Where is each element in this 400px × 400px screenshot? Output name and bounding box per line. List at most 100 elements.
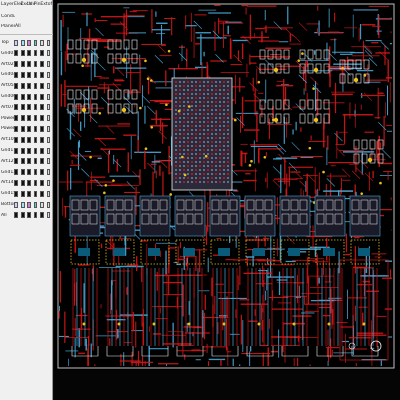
layer-visibility-swatch[interactable] [40, 147, 44, 154]
layer-visibility-swatch[interactable] [14, 39, 19, 46]
layer-row[interactable]: Art07 [1, 103, 53, 112]
layer-row[interactable]: Art02 [1, 60, 53, 69]
layer-visibility-swatch[interactable] [20, 169, 25, 176]
layer-visibility-swatch[interactable] [40, 136, 44, 143]
layer-visibility-swatch[interactable] [14, 136, 19, 143]
layer-visibility-swatch[interactable] [20, 61, 25, 68]
layer-visibility-swatch[interactable] [33, 104, 38, 111]
layer-visibility-swatch[interactable] [27, 212, 31, 219]
layer-visibility-swatch[interactable] [20, 115, 25, 122]
layer-visibility-swatch[interactable] [46, 136, 51, 143]
layer-visibility-swatch[interactable] [40, 93, 44, 100]
layer-row[interactable]: Art14 [1, 178, 53, 187]
layer-visibility-swatch[interactable] [46, 201, 51, 208]
layer-visibility-swatch[interactable] [46, 104, 51, 111]
layer-visibility-swatch[interactable] [46, 61, 51, 68]
layer-row[interactable]: Gnd01 [1, 49, 53, 58]
layer-row[interactable]: Art05 [1, 81, 53, 90]
layer-visibility-swatch[interactable] [40, 169, 44, 176]
layer-visibility-swatch[interactable] [27, 169, 31, 176]
layer-visibility-swatch[interactable] [27, 115, 31, 122]
layer-visibility-swatch[interactable] [20, 158, 25, 165]
layer-visibility-swatch[interactable] [33, 39, 38, 46]
layer-visibility-swatch[interactable] [20, 147, 25, 154]
layer-visibility-swatch[interactable] [20, 136, 25, 143]
layer-visibility-swatch[interactable] [27, 61, 31, 68]
layer-visibility-swatch[interactable] [40, 71, 44, 78]
layer-visibility-swatch[interactable] [14, 201, 19, 208]
layer-visibility-swatch[interactable] [27, 158, 31, 165]
layer-visibility-swatch[interactable] [33, 61, 38, 68]
layer-visibility-swatch[interactable] [46, 50, 51, 57]
layer-visibility-swatch[interactable] [14, 61, 19, 68]
layer-visibility-swatch[interactable] [14, 93, 19, 100]
layer-visibility-swatch[interactable] [27, 104, 31, 111]
layer-row[interactable]: Gnd04 [1, 70, 53, 79]
layer-visibility-swatch[interactable] [20, 82, 25, 89]
layer-visibility-swatch[interactable] [40, 179, 44, 186]
layer-visibility-swatch[interactable] [33, 190, 38, 197]
layer-visibility-swatch[interactable] [40, 39, 44, 46]
layer-visibility-swatch[interactable] [14, 158, 19, 165]
layer-visibility-swatch[interactable] [14, 115, 19, 122]
layer-row[interactable]: Power09 [1, 124, 53, 133]
layer-visibility-swatch[interactable] [46, 158, 51, 165]
layer-visibility-swatch[interactable] [33, 147, 38, 154]
layer-visibility-swatch[interactable] [20, 212, 25, 219]
layer-visibility-swatch[interactable] [14, 82, 19, 89]
layer-visibility-swatch[interactable] [20, 71, 25, 78]
layer-row[interactable]: Gnd13 [1, 168, 53, 177]
layer-visibility-swatch[interactable] [33, 169, 38, 176]
layer-visibility-swatch[interactable] [40, 158, 44, 165]
layer-visibility-swatch[interactable] [20, 50, 25, 57]
layer-visibility-swatch[interactable] [33, 158, 38, 165]
layer-row[interactable]: Bottom [1, 200, 53, 209]
layer-row[interactable]: Gnd11 [1, 146, 53, 155]
layer-visibility-swatch[interactable] [27, 147, 31, 154]
layer-visibility-swatch[interactable] [27, 82, 31, 89]
layer-visibility-swatch[interactable] [46, 125, 51, 132]
layer-visibility-swatch[interactable] [40, 50, 44, 57]
layer-visibility-swatch[interactable] [14, 212, 19, 219]
layer-visibility-swatch[interactable] [40, 125, 44, 132]
layer-visibility-swatch[interactable] [20, 104, 25, 111]
layer-row[interactable]: Art12 [1, 157, 53, 166]
layer-visibility-swatch[interactable] [40, 115, 44, 122]
layer-visibility-swatch[interactable] [20, 201, 25, 208]
layer-visibility-swatch[interactable] [27, 93, 31, 100]
layer-visibility-swatch[interactable] [27, 39, 31, 46]
layer-visibility-swatch[interactable] [33, 212, 38, 219]
layer-row[interactable]: Top [1, 38, 53, 47]
board-artwork[interactable] [54, 0, 400, 400]
pcb-canvas[interactable] [54, 0, 400, 400]
layer-row[interactable]: Gnd15 [1, 189, 53, 198]
layer-visibility-swatch[interactable] [33, 136, 38, 143]
layer-visibility-swatch[interactable] [40, 212, 44, 219]
layer-visibility-swatch[interactable] [27, 50, 31, 57]
layer-visibility-swatch[interactable] [46, 147, 51, 154]
layer-visibility-swatch[interactable] [46, 71, 51, 78]
layer-row[interactable]: Art10 [1, 135, 53, 144]
layer-visibility-swatch[interactable] [27, 179, 31, 186]
layer-visibility-swatch[interactable] [33, 125, 38, 132]
layer-visibility-swatch[interactable] [40, 190, 44, 197]
layer-visibility-swatch[interactable] [14, 125, 19, 132]
layer-visibility-swatch[interactable] [20, 179, 25, 186]
layer-visibility-swatch[interactable] [27, 136, 31, 143]
layer-visibility-swatch[interactable] [33, 71, 38, 78]
layer-row[interactable]: Gnd06 [1, 92, 53, 101]
layer-visibility-swatch[interactable] [40, 82, 44, 89]
layer-visibility-swatch[interactable] [20, 93, 25, 100]
layer-row[interactable]: Power08 [1, 114, 53, 123]
layer-visibility-swatch[interactable] [46, 115, 51, 122]
layer-visibility-swatch[interactable] [14, 71, 19, 78]
layer-visibility-swatch[interactable] [46, 169, 51, 176]
layer-visibility-swatch[interactable] [40, 61, 44, 68]
layer-visibility-swatch[interactable] [14, 169, 19, 176]
layer-visibility-swatch[interactable] [20, 39, 25, 46]
layer-visibility-swatch[interactable] [14, 179, 19, 186]
layer-visibility-swatch[interactable] [33, 179, 38, 186]
layer-visibility-swatch[interactable] [33, 82, 38, 89]
layer-visibility-swatch[interactable] [27, 190, 31, 197]
layer-row[interactable]: All [1, 211, 53, 220]
